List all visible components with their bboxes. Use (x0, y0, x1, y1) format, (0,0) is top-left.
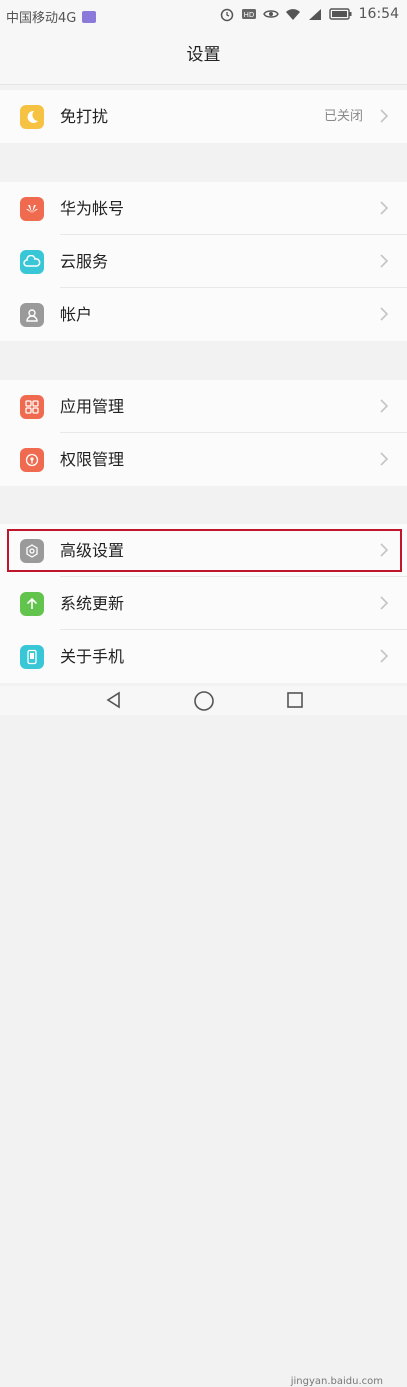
navigation-bar: jingyan.baidu.com (0, 686, 407, 1387)
carrier-label: 中国移动4G (6, 11, 77, 26)
chevron-right-icon (380, 109, 389, 123)
settings-item-label: 华为帐号 (60, 199, 125, 218)
huawei-icon (20, 197, 44, 221)
eye-icon (262, 10, 279, 18)
settings-item-accounts[interactable]: 帐户 (0, 288, 407, 341)
chevron-right-icon (380, 399, 389, 413)
chevron-right-icon (380, 452, 389, 466)
settings-item-label: 应用管理 (60, 397, 125, 416)
arrow-up-icon (20, 592, 44, 616)
battery-icon (328, 8, 352, 20)
alarm-icon (220, 8, 233, 22)
signal-4g-icon (308, 9, 321, 20)
settings-item-value: 已关闭 (323, 109, 363, 124)
svg-text:HD: HD (243, 11, 254, 19)
settings-item-about-phone[interactable]: 关于手机 (0, 630, 407, 683)
settings-item-label: 免打扰 (60, 107, 109, 126)
cloud-icon (20, 250, 44, 274)
settings-item-app-management[interactable]: 应用管理 (0, 380, 407, 433)
chevron-right-icon (380, 543, 389, 557)
clock-label: 16:54 (358, 6, 399, 22)
status-bar: 中国移动4G HD 16:54 (0, 0, 407, 32)
chevron-right-icon (380, 649, 389, 663)
chevron-right-icon (380, 307, 389, 321)
phone-icon (20, 645, 44, 669)
shield-icon (20, 448, 44, 472)
page-title: 设置 (0, 32, 407, 84)
chevron-right-icon (380, 596, 389, 610)
settings-item-label: 系统更新 (60, 594, 125, 613)
settings-item-advanced-settings[interactable]: 高级设置 (0, 524, 407, 577)
settings-item-label: 关于手机 (60, 647, 125, 666)
settings-item-label: 高级设置 (60, 541, 125, 560)
recents-icon[interactable] (286, 691, 304, 709)
grid-icon (20, 395, 44, 419)
moon-icon (20, 105, 44, 129)
hd-icon: HD (241, 9, 256, 19)
wifi-icon (285, 9, 300, 20)
person-icon (20, 303, 44, 327)
home-icon[interactable] (193, 690, 215, 712)
chevron-right-icon (380, 201, 389, 215)
settings-item-label: 云服务 (60, 252, 109, 271)
settings-group-accounts: 华为帐号 云服务 帐户 (0, 182, 407, 341)
settings-group-system: 高级设置 系统更新 关于手机 (0, 524, 407, 683)
settings-item-label: 权限管理 (60, 450, 125, 469)
watermark: jingyan.baidu.com (290, 1376, 383, 1387)
header-divider (0, 84, 407, 85)
settings-group-dnd: 免打扰 已关闭 (0, 90, 407, 143)
settings-item-permission-management[interactable]: 权限管理 (0, 433, 407, 486)
chevron-right-icon (380, 254, 389, 268)
settings-item-do-not-disturb[interactable]: 免打扰 已关闭 (0, 90, 407, 143)
sim-badge-icon (82, 10, 97, 23)
settings-group-apps: 应用管理 权限管理 (0, 380, 407, 486)
settings-item-label: 帐户 (60, 305, 93, 324)
gear-icon (20, 539, 44, 563)
settings-item-cloud-service[interactable]: 云服务 (0, 235, 407, 288)
settings-item-huawei-id[interactable]: 华为帐号 (0, 182, 407, 235)
settings-item-system-update[interactable]: 系统更新 (0, 577, 407, 630)
back-icon[interactable] (104, 690, 124, 710)
